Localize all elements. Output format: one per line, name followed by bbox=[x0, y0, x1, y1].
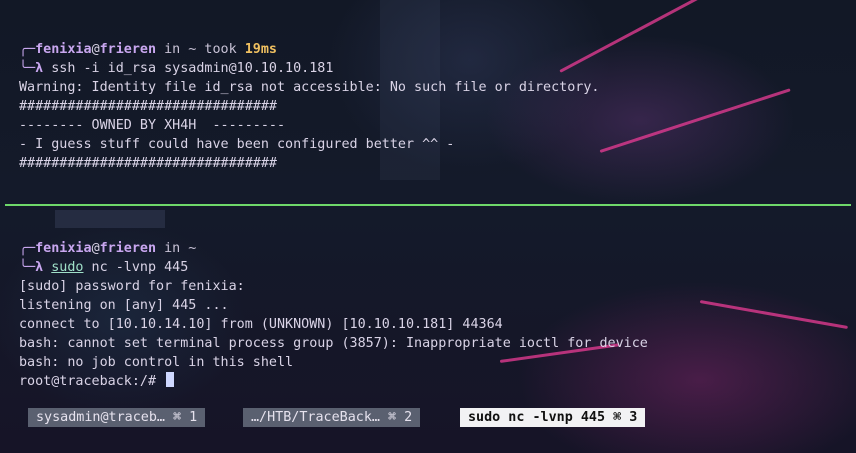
terminal-tab-bar: sysadmin@traceb… ⌘ 1 …/HTB/TraceBack… ⌘ … bbox=[0, 408, 856, 428]
output-line: -------- OWNED BY XH4H --------- bbox=[19, 118, 286, 133]
output-line: [sudo] password for fenixia: bbox=[19, 279, 245, 294]
output-line: ################################ bbox=[19, 99, 277, 114]
tab-3[interactable]: sudo nc -lvnp 445 ⌘ 3 bbox=[460, 408, 646, 427]
tab-1[interactable]: sysadmin@traceb… ⌘ 1 bbox=[28, 408, 206, 427]
terminal-pane-bottom[interactable]: ╭─fenixia@frieren in ~ ╰─λ sudo nc -lvnp… bbox=[0, 207, 856, 407]
pane-divider[interactable] bbox=[5, 204, 851, 206]
output-line: bash: no job control in this shell bbox=[19, 355, 294, 370]
prompt-corner: ╭─ bbox=[19, 241, 36, 256]
command-text: nc -lvnp 445 bbox=[83, 260, 189, 275]
output-line: ################################ bbox=[19, 156, 277, 171]
took-label: took bbox=[196, 42, 245, 57]
output-line: Warning: Identity file id_rsa not access… bbox=[19, 80, 600, 95]
prompt-line-1: ╭─fenixia@frieren in ~ took 19ms bbox=[19, 40, 277, 59]
terminal-pane-top[interactable]: ╭─fenixia@frieren in ~ took 19ms ╰─λ ssh… bbox=[0, 0, 856, 203]
prompt-line-1: ╭─fenixia@frieren in ~ bbox=[19, 239, 196, 258]
output-line: - I guess stuff could have been configur… bbox=[19, 137, 455, 152]
prompt-host: frieren bbox=[99, 241, 157, 256]
prompt-corner: ╰─ bbox=[19, 260, 36, 275]
shell-prompt-line[interactable]: root@traceback:/# bbox=[19, 372, 175, 391]
tab-2[interactable]: …/HTB/TraceBack… ⌘ 2 bbox=[243, 408, 421, 427]
prompt-dir: in ~ bbox=[156, 42, 197, 57]
prompt-dir: in ~ bbox=[156, 241, 197, 256]
prompt-line-2: ╰─λ ssh -i id_rsa sysadmin@10.10.10.181 bbox=[19, 59, 333, 78]
prompt-corner: ╰─ bbox=[19, 61, 36, 76]
prompt-line-2: ╰─λ sudo nc -lvnp 445 bbox=[19, 258, 188, 277]
command-text: ssh -i id_rsa sysadmin@10.10.10.181 bbox=[43, 61, 334, 76]
output-line: listening on [any] 445 ... bbox=[19, 298, 229, 313]
lambda-icon: λ bbox=[35, 260, 44, 275]
prompt-user: fenixia bbox=[35, 241, 92, 256]
shell-prompt: root@traceback:/# bbox=[19, 374, 165, 389]
output-line: connect to [10.10.14.10] from (UNKNOWN) … bbox=[19, 317, 503, 332]
output-line: bash: cannot set terminal process group … bbox=[19, 336, 648, 351]
prompt-at: @ bbox=[91, 241, 100, 256]
prompt-host: frieren bbox=[99, 42, 157, 57]
took-time: 19ms bbox=[244, 42, 277, 57]
text-cursor bbox=[166, 372, 175, 387]
prompt-corner: ╭─ bbox=[19, 42, 36, 57]
prompt-user: fenixia bbox=[35, 42, 92, 57]
command-sudo: sudo bbox=[51, 260, 84, 275]
lambda-icon: λ bbox=[35, 61, 44, 76]
prompt-at: @ bbox=[91, 42, 100, 57]
